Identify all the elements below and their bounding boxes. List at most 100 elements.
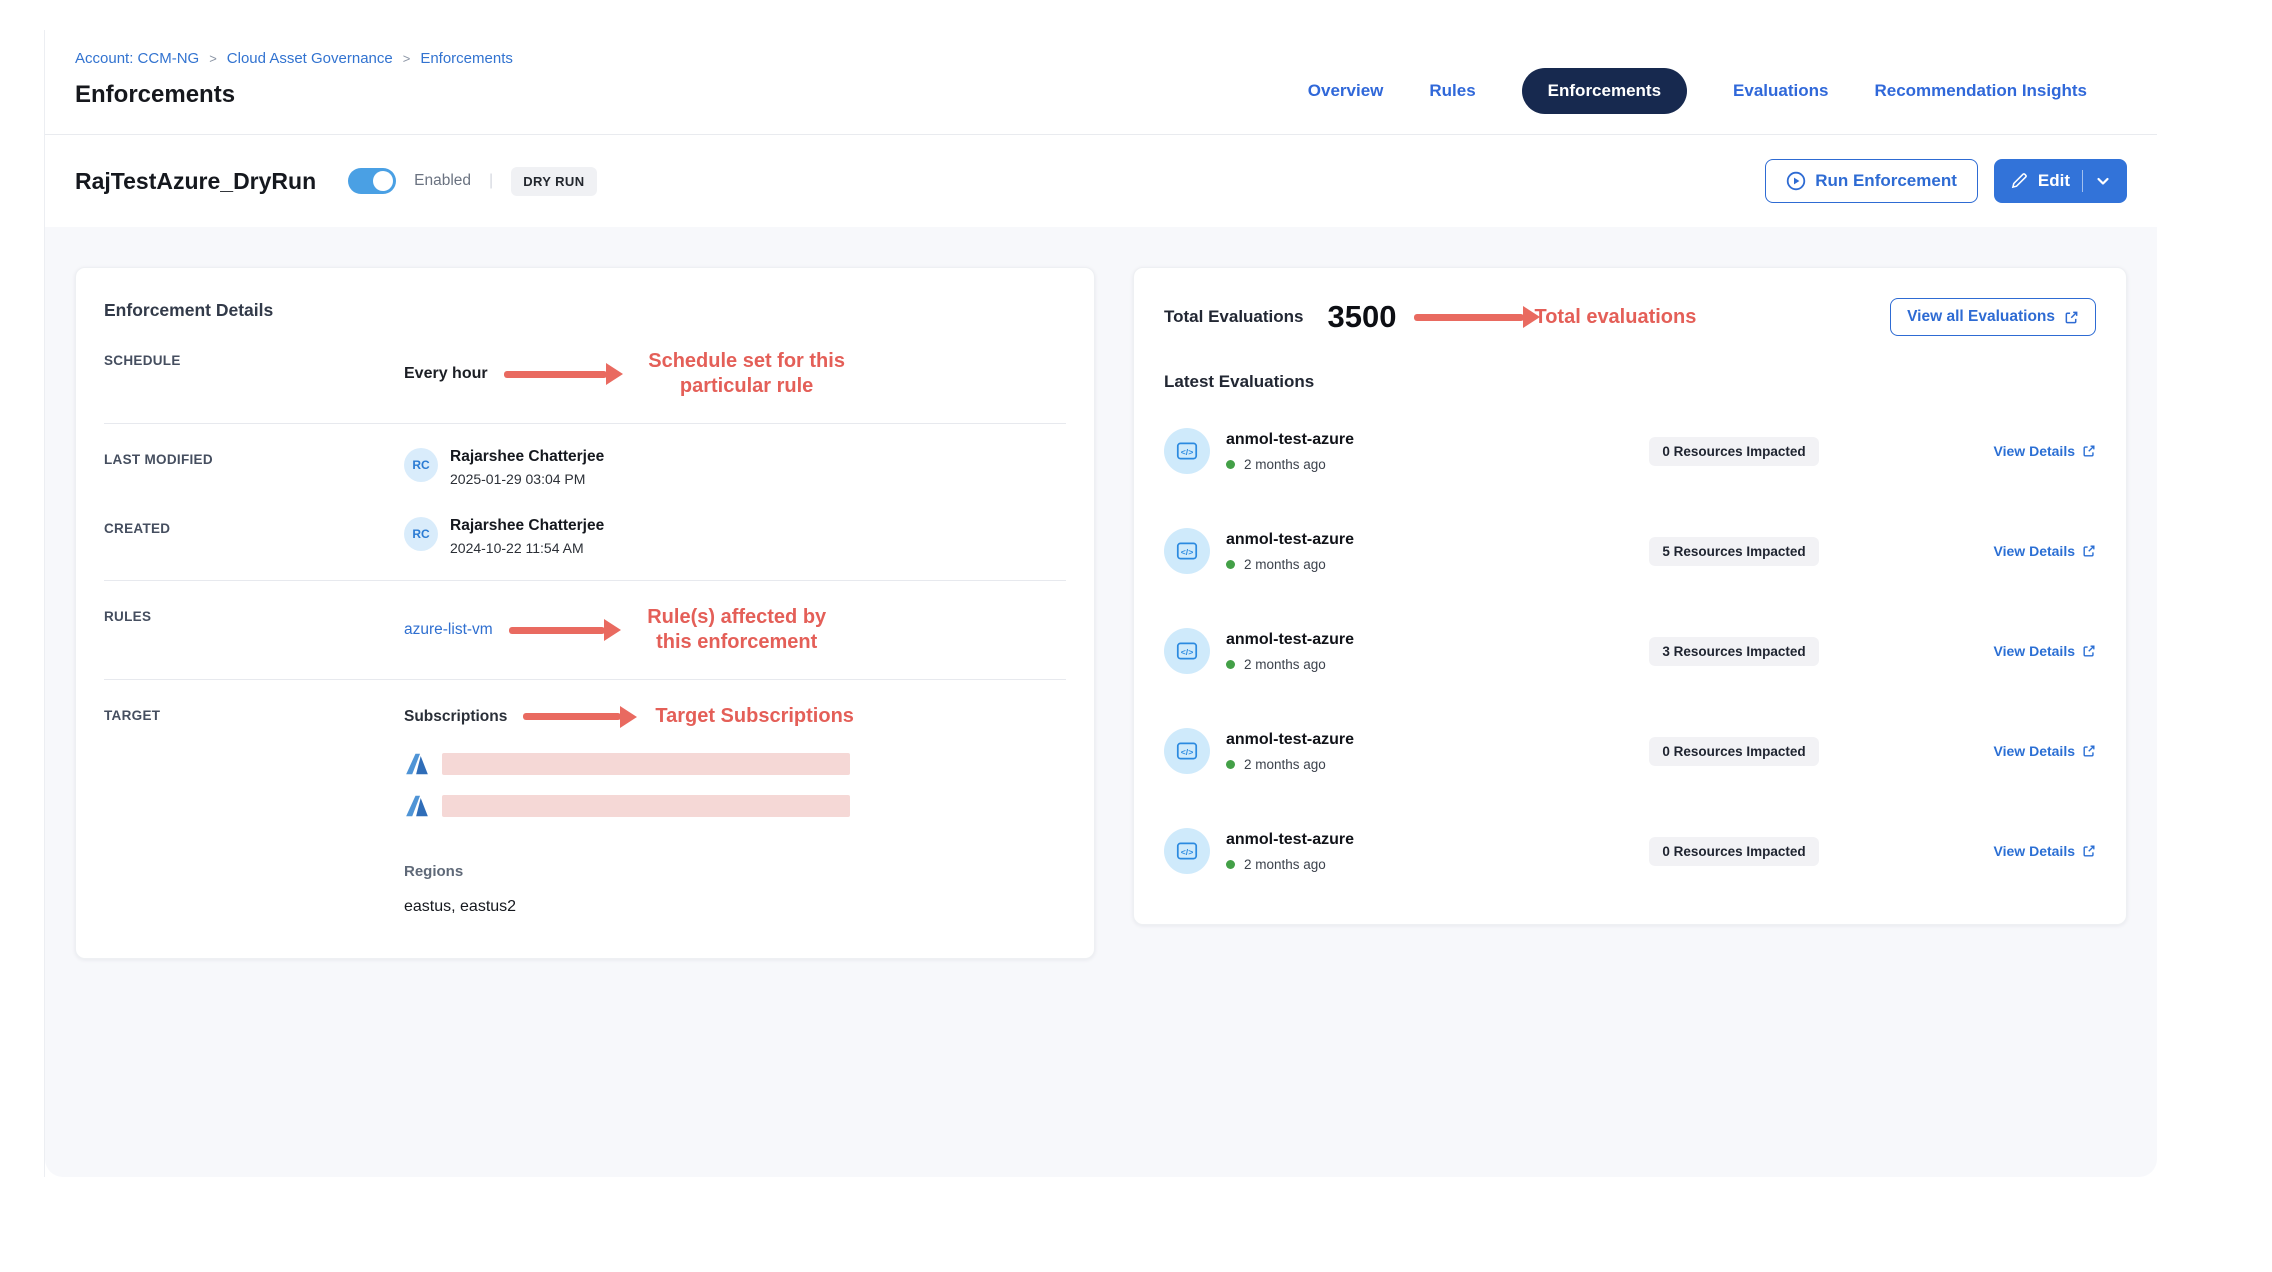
divider	[104, 679, 1066, 680]
play-circle-icon	[1786, 171, 1806, 191]
chevron-down-icon[interactable]	[2095, 173, 2111, 189]
enabled-label: Enabled	[414, 172, 471, 190]
resources-impacted-badge: 5 Resources Impacted	[1649, 537, 1818, 566]
view-details-link[interactable]: View Details	[1994, 543, 2096, 559]
svg-text:</>: </>	[1181, 447, 1194, 457]
status-dot	[1226, 660, 1235, 669]
enforcement-header: RajTestAzure_DryRun Enabled | DRY RUN Ru…	[45, 134, 2157, 227]
rules-annotation: Rule(s) affected by this enforcement	[639, 605, 835, 655]
resources-impacted-badge: 0 Resources Impacted	[1649, 837, 1818, 866]
external-link-icon	[2082, 544, 2096, 558]
breadcrumb-enforcements[interactable]: Enforcements	[420, 50, 513, 67]
schedule-annotation: Schedule set for this particular rule	[641, 349, 853, 399]
divider	[2082, 170, 2083, 192]
evaluation-time: 2 months ago	[1244, 557, 1326, 572]
subscription-item	[404, 793, 1066, 819]
evaluation-icon: </>	[1164, 528, 1210, 574]
svg-text:</>: </>	[1181, 547, 1194, 557]
evaluation-row: </> anmol-test-azure 2 months ago 5 Reso…	[1164, 528, 2096, 574]
evaluation-time: 2 months ago	[1244, 857, 1326, 872]
status-dot	[1226, 460, 1235, 469]
avatar: RC	[404, 448, 438, 482]
dry-run-badge: DRY RUN	[511, 167, 596, 196]
schedule-label: SCHEDULE	[104, 349, 404, 368]
created-date: 2024-10-22 11:54 AM	[450, 540, 604, 556]
target-annotation: Target Subscriptions	[655, 704, 854, 729]
total-evaluations-value: 3500	[1328, 299, 1397, 335]
last-modified-user: Rajarshee Chatterjee	[450, 448, 604, 466]
annotation-arrow	[509, 627, 605, 634]
view-details-link[interactable]: View Details	[1994, 443, 2096, 459]
evaluation-icon: </>	[1164, 428, 1210, 474]
annotation-arrow	[523, 713, 621, 720]
enforcement-details-card: Enforcement Details SCHEDULE Every hour …	[75, 267, 1095, 959]
azure-icon	[404, 751, 430, 777]
evaluation-icon: </>	[1164, 828, 1210, 874]
breadcrumb-separator: >	[209, 51, 217, 66]
evaluation-icon: </>	[1164, 628, 1210, 674]
view-details-label: View Details	[1994, 643, 2075, 659]
target-row: TARGET Subscriptions Target Subscription…	[104, 704, 1066, 916]
view-details-label: View Details	[1994, 743, 2075, 759]
tab-evaluations[interactable]: Evaluations	[1733, 81, 1828, 101]
edit-button[interactable]: Edit	[1994, 159, 2127, 203]
resources-impacted-badge: 0 Resources Impacted	[1649, 437, 1818, 466]
evaluation-row: </> anmol-test-azure 2 months ago 3 Reso…	[1164, 628, 2096, 674]
tab-rules[interactable]: Rules	[1429, 81, 1475, 101]
content-area: Enforcement Details SCHEDULE Every hour …	[45, 227, 2157, 1177]
external-link-icon	[2082, 844, 2096, 858]
total-evaluations-line: Total Evaluations 3500 Total evaluations…	[1164, 298, 2096, 336]
view-all-evaluations-label: View all Evaluations	[1907, 308, 2055, 326]
evaluation-name: anmol-test-azure	[1226, 731, 1354, 749]
tab-enforcements[interactable]: Enforcements	[1522, 68, 1687, 114]
svg-text:</>: </>	[1181, 647, 1194, 657]
external-link-icon	[2082, 644, 2096, 658]
breadcrumb-account[interactable]: Account: CCM-NG	[75, 50, 199, 67]
annotation-arrow	[1414, 314, 1524, 321]
divider: |	[489, 172, 493, 190]
view-all-evaluations-button[interactable]: View all Evaluations	[1890, 298, 2096, 336]
evaluation-name: anmol-test-azure	[1226, 831, 1354, 849]
run-enforcement-label: Run Enforcement	[1815, 171, 1957, 191]
last-modified-row: LAST MODIFIED RC Rajarshee Chatterjee 20…	[104, 448, 1066, 517]
created-label: CREATED	[104, 517, 404, 536]
evaluation-time: 2 months ago	[1244, 457, 1326, 472]
evaluation-time: 2 months ago	[1244, 657, 1326, 672]
tab-recommendation-insights[interactable]: Recommendation Insights	[1874, 81, 2087, 101]
edit-label: Edit	[2038, 171, 2070, 191]
schedule-value: Every hour	[404, 365, 488, 383]
rule-link[interactable]: azure-list-vm	[404, 621, 493, 639]
azure-icon	[404, 793, 430, 819]
rules-label: RULES	[104, 605, 404, 624]
details-card-title: Enforcement Details	[104, 300, 1066, 321]
view-details-link[interactable]: View Details	[1994, 643, 2096, 659]
svg-text:</>: </>	[1181, 747, 1194, 757]
run-enforcement-button[interactable]: Run Enforcement	[1765, 159, 1978, 203]
tab-overview[interactable]: Overview	[1308, 81, 1384, 101]
subscription-item	[404, 751, 1066, 777]
page-title: Enforcements	[75, 81, 513, 109]
enabled-toggle[interactable]	[348, 168, 396, 194]
rules-row: RULES azure-list-vm Rule(s) affected by …	[104, 605, 1066, 655]
view-details-label: View Details	[1994, 543, 2075, 559]
external-link-icon	[2082, 444, 2096, 458]
divider	[104, 580, 1066, 581]
last-modified-label: LAST MODIFIED	[104, 448, 404, 467]
breadcrumb-cloud-asset-governance[interactable]: Cloud Asset Governance	[227, 50, 393, 67]
enforcement-name: RajTestAzure_DryRun	[75, 168, 316, 195]
status-dot	[1226, 560, 1235, 569]
evaluation-name: anmol-test-azure	[1226, 631, 1354, 649]
latest-evaluations-title: Latest Evaluations	[1164, 372, 2096, 392]
view-details-label: View Details	[1994, 443, 2075, 459]
evaluations-card: Total Evaluations 3500 Total evaluations…	[1133, 267, 2127, 925]
annotation-arrow	[504, 371, 607, 378]
target-label: TARGET	[104, 704, 404, 723]
evaluation-row: </> anmol-test-azure 2 months ago 0 Reso…	[1164, 828, 2096, 874]
created-user: Rajarshee Chatterjee	[450, 517, 604, 535]
view-details-link[interactable]: View Details	[1994, 843, 2096, 859]
evaluation-icon: </>	[1164, 728, 1210, 774]
view-details-link[interactable]: View Details	[1994, 743, 2096, 759]
app-frame: Account: CCM-NG > Cloud Asset Governance…	[44, 30, 2157, 1177]
created-row: CREATED RC Rajarshee Chatterjee 2024-10-…	[104, 517, 1066, 556]
total-annotation: Total evaluations	[1534, 305, 1696, 330]
